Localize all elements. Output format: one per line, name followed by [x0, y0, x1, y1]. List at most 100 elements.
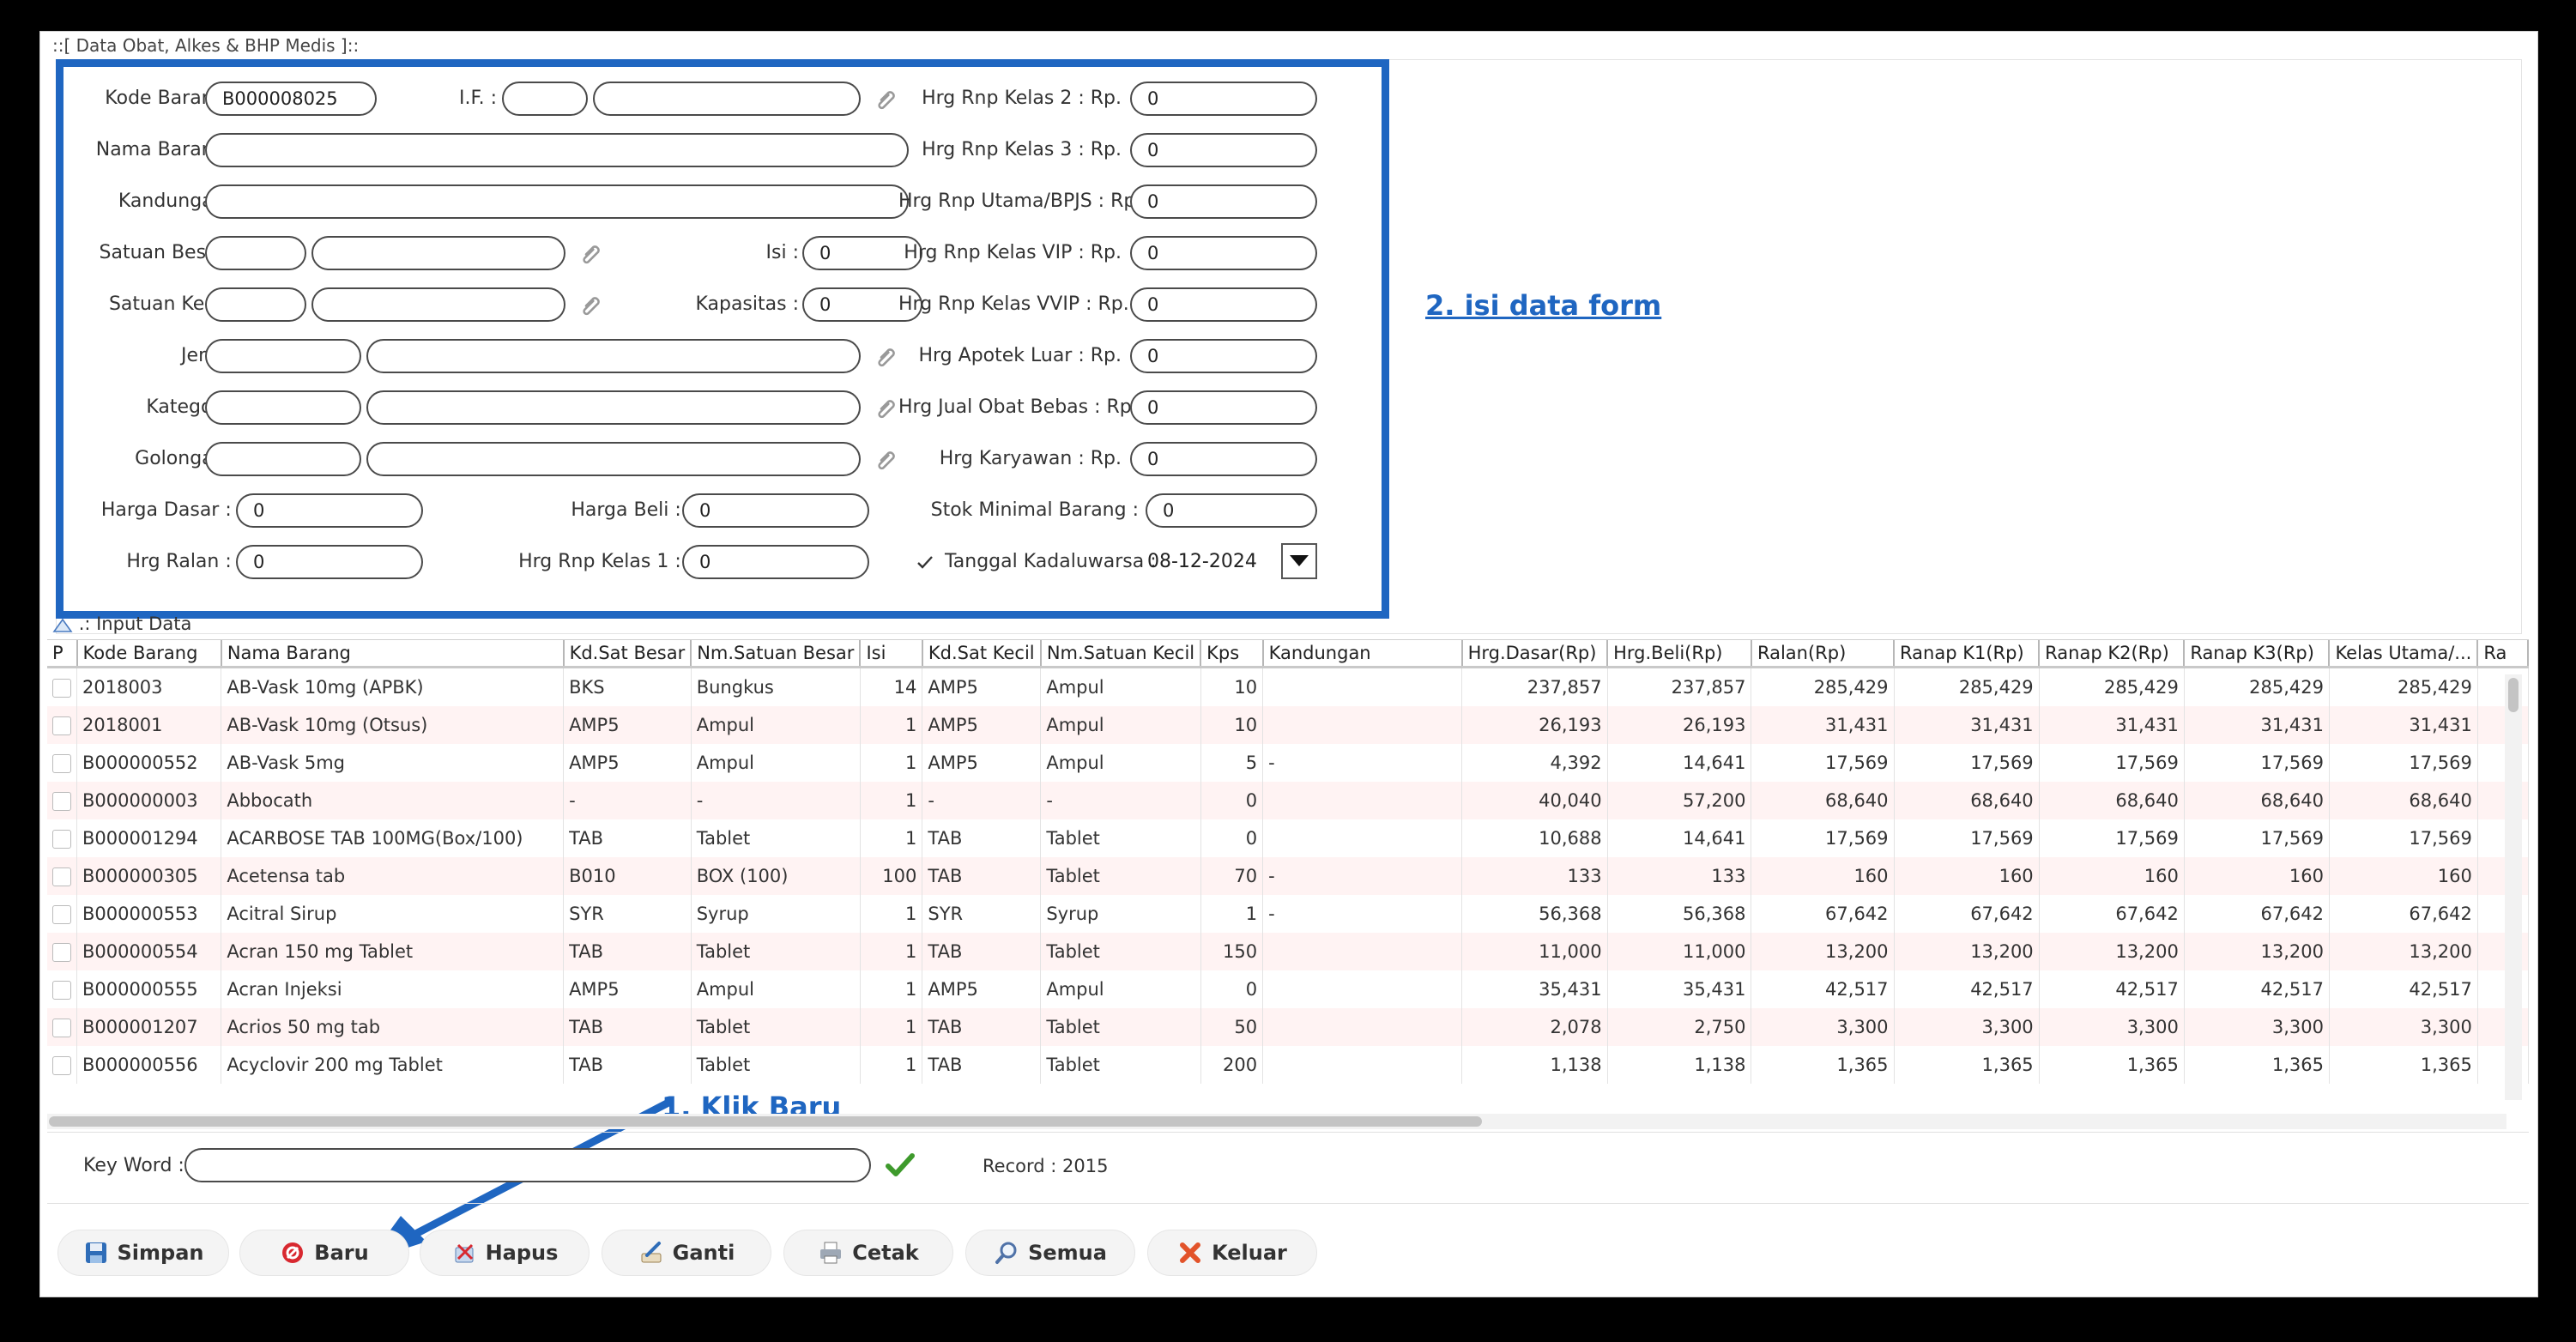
paperclip-icon[interactable]: [873, 444, 902, 474]
column-header[interactable]: Kandungan: [1262, 640, 1463, 668]
paperclip-icon[interactable]: [873, 84, 902, 113]
column-header[interactable]: Hrg.Dasar(Rp): [1461, 640, 1609, 668]
row-checkbox[interactable]: [52, 867, 71, 886]
satuan-besar-name-field[interactable]: [311, 236, 565, 270]
input-data-toggle[interactable]: .: Input Data: [52, 614, 191, 639]
paperclip-icon[interactable]: [873, 393, 902, 422]
column-header[interactable]: Kelas Utama/...: [2329, 640, 2479, 668]
row-checkbox[interactable]: [52, 830, 71, 849]
column-header[interactable]: Kd.Sat Besar: [563, 640, 692, 668]
simpan-button[interactable]: Simpan: [57, 1230, 229, 1276]
row-checkbox[interactable]: [52, 792, 71, 811]
table-row[interactable]: B000000003 Abbocath - -1- -0 40,040 57,200 68,6…: [47, 782, 2529, 819]
column-header[interactable]: Ranap K2(Rp): [2039, 640, 2186, 668]
paperclip-icon[interactable]: [577, 239, 607, 268]
table-row[interactable]: B000000555 Acran Injeksi AMP5 Ampul 1 AMP5 Amp…: [47, 970, 2529, 1008]
column-header[interactable]: Ralan(Rp): [1751, 640, 1896, 668]
table-row[interactable]: B000001207 Acrios 50 mg tab TAB Tablet 1 TAB T…: [47, 1008, 2529, 1046]
row-checkbox[interactable]: [52, 679, 71, 698]
keluar-button[interactable]: Keluar: [1147, 1230, 1317, 1276]
row-checkbox[interactable]: [52, 981, 71, 1000]
satuan-kecil-code-field[interactable]: [205, 287, 306, 322]
hrg-ralan-field[interactable]: 0: [236, 545, 423, 579]
table-row[interactable]: B000000305 Acetensa tab B010 BOX (100) 100 TA…: [47, 857, 2529, 895]
table-cell: TAB: [563, 1046, 692, 1084]
row-checkbox[interactable]: [52, 905, 71, 924]
hrg-rnp-utama-field[interactable]: 0: [1130, 184, 1317, 219]
table-cell: 56,368: [1461, 895, 1608, 933]
table-row[interactable]: B000000553 Acitral Sirup SYR Syrup 1 SYR Syrup…: [47, 895, 2529, 933]
if-name-field[interactable]: [593, 82, 861, 116]
column-header[interactable]: Hrg.Beli(Rp): [1607, 640, 1752, 668]
column-header[interactable]: Nm.Satuan Kecil: [1040, 640, 1202, 668]
satuan-kecil-name-field[interactable]: [311, 287, 565, 322]
kategori-name-field[interactable]: [366, 390, 861, 425]
baru-button[interactable]: Baru: [239, 1230, 409, 1276]
delete-icon: [455, 1243, 474, 1263]
table-cell: 237,857: [1461, 667, 1608, 706]
hrg-rnp-vip-field[interactable]: 0: [1130, 236, 1317, 270]
row-checkbox[interactable]: [52, 1056, 71, 1075]
printer-icon: [820, 1242, 842, 1264]
kandungan-field[interactable]: [205, 184, 909, 219]
jenis-name-field[interactable]: [366, 339, 861, 373]
column-header[interactable]: Kode Barang: [76, 640, 222, 668]
table-cell: [1262, 1008, 1463, 1046]
column-header[interactable]: Nm.Satuan Besar: [691, 640, 862, 668]
table-cell: Acetensa tab: [221, 857, 565, 895]
table-cell: -: [691, 782, 861, 819]
hrg-rnp-kelas2-field[interactable]: 0: [1130, 82, 1317, 116]
kode-barang-field[interactable]: B000008025: [205, 82, 377, 116]
row-checkbox[interactable]: [52, 716, 71, 735]
vertical-scroll-thumb[interactable]: [2508, 678, 2519, 712]
paperclip-icon[interactable]: [873, 342, 902, 371]
hrg-jual-obat-bebas-field[interactable]: 0: [1130, 390, 1317, 425]
if-code-field[interactable]: [502, 82, 588, 116]
column-header[interactable]: Kps: [1200, 640, 1264, 668]
column-header[interactable]: Nama Barang: [221, 640, 565, 668]
golongan-name-field[interactable]: [366, 442, 861, 476]
kadaluwarsa-date[interactable]: 08-12-2024: [1147, 549, 1257, 575]
kadaluwarsa-checkbox[interactable]: [914, 552, 936, 574]
table-row[interactable]: B000000552 AB-Vask 5mg AMP5 Ampul 1 AMP5 Ampul…: [47, 744, 2529, 782]
table-row[interactable]: B000000554 Acran 150 mg Tablet TAB Tablet 1 T…: [47, 933, 2529, 970]
column-header[interactable]: P: [47, 640, 78, 668]
nama-barang-field[interactable]: [205, 133, 909, 167]
hrg-karyawan-field[interactable]: 0: [1130, 442, 1317, 476]
vertical-scrollbar[interactable]: [2505, 674, 2522, 1100]
column-header[interactable]: Ra: [2477, 640, 2529, 668]
harga-beli-field[interactable]: 0: [682, 493, 869, 528]
hapus-button[interactable]: Hapus: [420, 1230, 590, 1276]
search-check-icon[interactable]: [885, 1152, 916, 1179]
satuan-besar-code-field[interactable]: [205, 236, 306, 270]
column-header[interactable]: Isi: [860, 640, 923, 668]
table-row[interactable]: 2018003 AB-Vask 10mg (APBK) BKS Bungkus 14 AM…: [47, 667, 2529, 706]
keyword-input[interactable]: [184, 1148, 871, 1182]
jenis-code-field[interactable]: [205, 339, 361, 373]
table-cell: 5: [1200, 744, 1264, 782]
column-header[interactable]: Ranap K1(Rp): [1894, 640, 2041, 668]
row-checkbox[interactable]: [52, 754, 71, 773]
cetak-button[interactable]: Cetak: [783, 1230, 953, 1276]
row-checkbox[interactable]: [52, 943, 71, 962]
table-row[interactable]: B000000556 Acyclovir 200 mg Tablet TAB Tabl…: [47, 1046, 2529, 1084]
ganti-button[interactable]: Ganti: [602, 1230, 771, 1276]
semua-button[interactable]: Semua: [965, 1230, 1135, 1276]
hrg-rnp-kelas3-field[interactable]: 0: [1130, 133, 1317, 167]
hrg-rnp-kelas1-field[interactable]: 0: [682, 545, 869, 579]
stok-minimal-field[interactable]: 0: [1146, 493, 1317, 528]
column-header[interactable]: Ranap K3(Rp): [2184, 640, 2331, 668]
table-cell: -: [1262, 744, 1463, 782]
date-dropdown-button[interactable]: [1281, 543, 1317, 579]
paperclip-icon[interactable]: [577, 290, 607, 319]
hrg-rnp-vvip-field[interactable]: 0: [1130, 287, 1317, 322]
harga-dasar-field[interactable]: 0: [236, 493, 423, 528]
table-row[interactable]: B000001294 ACARBOSE TAB 100MG(Box/100) TAB…: [47, 819, 2529, 857]
row-checkbox[interactable]: [52, 1019, 71, 1037]
kategori-code-field[interactable]: [205, 390, 361, 425]
table-row[interactable]: 2018001 AB-Vask 10mg (Otsus) AMP5 Ampul 1 AMP…: [47, 706, 2529, 744]
hrg-apotek-luar-field[interactable]: 0: [1130, 339, 1317, 373]
golongan-code-field[interactable]: [205, 442, 361, 476]
horizontal-scroll-thumb[interactable]: [49, 1116, 1482, 1127]
column-header[interactable]: Kd.Sat Kecil: [922, 640, 1042, 668]
